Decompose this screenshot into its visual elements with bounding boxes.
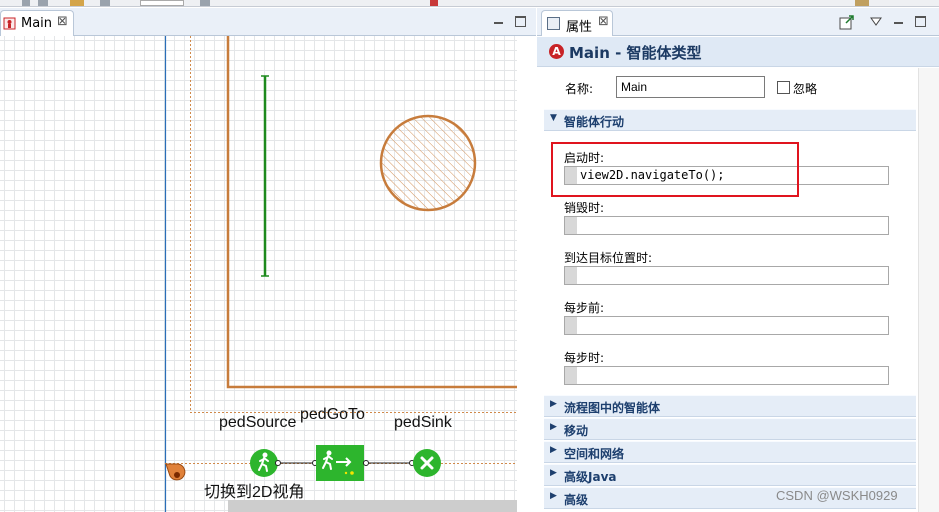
ignore-checkbox[interactable]	[777, 81, 790, 94]
section-agent-actions[interactable]: ▼ 智能体行动	[544, 109, 916, 131]
section-space-network[interactable]: ▶ 空间和网络	[544, 441, 916, 463]
properties-title: Main - 智能体类型	[569, 44, 702, 62]
chevron-right-icon: ▶	[550, 491, 557, 501]
chevron-right-icon: ▶	[550, 468, 557, 478]
on-arrival-code-field[interactable]	[564, 266, 889, 285]
ped-source-label: pedSource	[219, 414, 297, 431]
properties-scrollbar[interactable]	[918, 68, 939, 512]
open-new-window-icon[interactable]	[839, 15, 855, 30]
on-destroy-code-field[interactable]	[564, 216, 889, 235]
toolbar-icon[interactable]	[22, 0, 30, 6]
ped-source-block[interactable]	[249, 447, 281, 479]
wall	[226, 36, 517, 389]
close-icon[interactable]: ⊠	[57, 14, 68, 29]
agent-type-icon	[3, 17, 16, 30]
properties-header: A Main - 智能体类型	[537, 37, 939, 67]
agent-type-icon: A	[549, 44, 564, 59]
properties-icon	[547, 17, 560, 30]
tab-main[interactable]: Main ⊠	[0, 10, 74, 36]
chevron-right-icon: ▶	[550, 399, 557, 409]
canvas-graphics	[164, 36, 517, 512]
on-arrival-label: 到达目标位置时:	[564, 251, 653, 265]
ped-sink-block[interactable]	[409, 447, 443, 479]
minimize-icon[interactable]	[494, 16, 503, 24]
main-toolbar	[0, 0, 939, 7]
chevron-right-icon: ▶	[550, 445, 557, 455]
on-startup-code: view2D.navigateTo();	[580, 168, 725, 182]
canvas-vertical-scrollbar[interactable]	[517, 36, 536, 512]
on-step-label: 每步时:	[564, 351, 605, 365]
ped-sink-label: pedSink	[394, 414, 452, 431]
tab-properties[interactable]: 属性 ⊠	[541, 10, 613, 36]
minimize-icon[interactable]	[894, 16, 903, 24]
properties-tab-bar: 属性 ⊠	[537, 8, 939, 36]
graphical-editor: Main ⊠ 切换到2D视角 pedSource pedGoTo pedSink	[0, 8, 536, 512]
on-before-step-code-field[interactable]	[564, 316, 889, 335]
ped-goto-label: pedGoTo	[300, 406, 365, 423]
section-flowchart-agents[interactable]: ▶ 流程图中的智能体	[544, 395, 916, 417]
editor-canvas[interactable]: 切换到2D视角 pedSource pedGoTo pedSink	[0, 36, 536, 512]
toolbar-icon[interactable]	[855, 0, 869, 6]
close-icon[interactable]: ⊠	[598, 14, 609, 29]
name-label: 名称:	[565, 82, 594, 96]
chevron-down-icon: ▼	[550, 113, 557, 123]
properties-view: 属性 ⊠ A Main - 智能体类型 名称: 忽略 ▼ 智能体行动 启动时: …	[537, 8, 939, 512]
view-menu-icon[interactable]	[870, 17, 882, 26]
toolbar-icon[interactable]	[430, 0, 438, 6]
tab-main-label: Main	[21, 16, 53, 31]
view-area-icon[interactable]	[164, 462, 188, 486]
section-agent-actions-label: 智能体行动	[564, 115, 625, 129]
ignore-label: 忽略	[793, 82, 818, 96]
on-step-code-field[interactable]	[564, 366, 889, 385]
toolbar-icon[interactable]	[200, 0, 210, 6]
chevron-right-icon: ▶	[550, 422, 557, 432]
toolbar-zoom-field[interactable]	[140, 0, 184, 6]
view-area-label: 切换到2D视角	[204, 484, 305, 501]
editor-tab-bar: Main ⊠	[0, 8, 536, 36]
maximize-icon[interactable]	[915, 16, 926, 27]
tab-properties-label: 属性	[566, 20, 593, 35]
name-input[interactable]	[616, 76, 765, 98]
on-startup-code-field[interactable]: view2D.navigateTo();	[564, 166, 889, 185]
on-startup-label: 启动时:	[564, 151, 605, 165]
circular-obstacle	[379, 114, 477, 212]
toolbar-icon[interactable]	[100, 0, 110, 6]
ped-goto-block[interactable]	[312, 444, 369, 482]
watermark: CSDN @WSKH0929	[776, 488, 898, 503]
section-advanced-java[interactable]: ▶ 高级Java	[544, 464, 916, 486]
maximize-icon[interactable]	[515, 16, 526, 27]
toolbar-icon[interactable]	[70, 0, 84, 6]
toolbar-icon[interactable]	[38, 0, 48, 6]
canvas-horizontal-scrollbar[interactable]	[228, 500, 517, 512]
on-before-step-label: 每步前:	[564, 301, 605, 315]
on-destroy-label: 销毁时:	[564, 201, 605, 215]
section-movement[interactable]: ▶ 移动	[544, 418, 916, 440]
properties-body: 名称: 忽略 ▼ 智能体行动 启动时: view2D.navigateTo();…	[544, 68, 916, 512]
